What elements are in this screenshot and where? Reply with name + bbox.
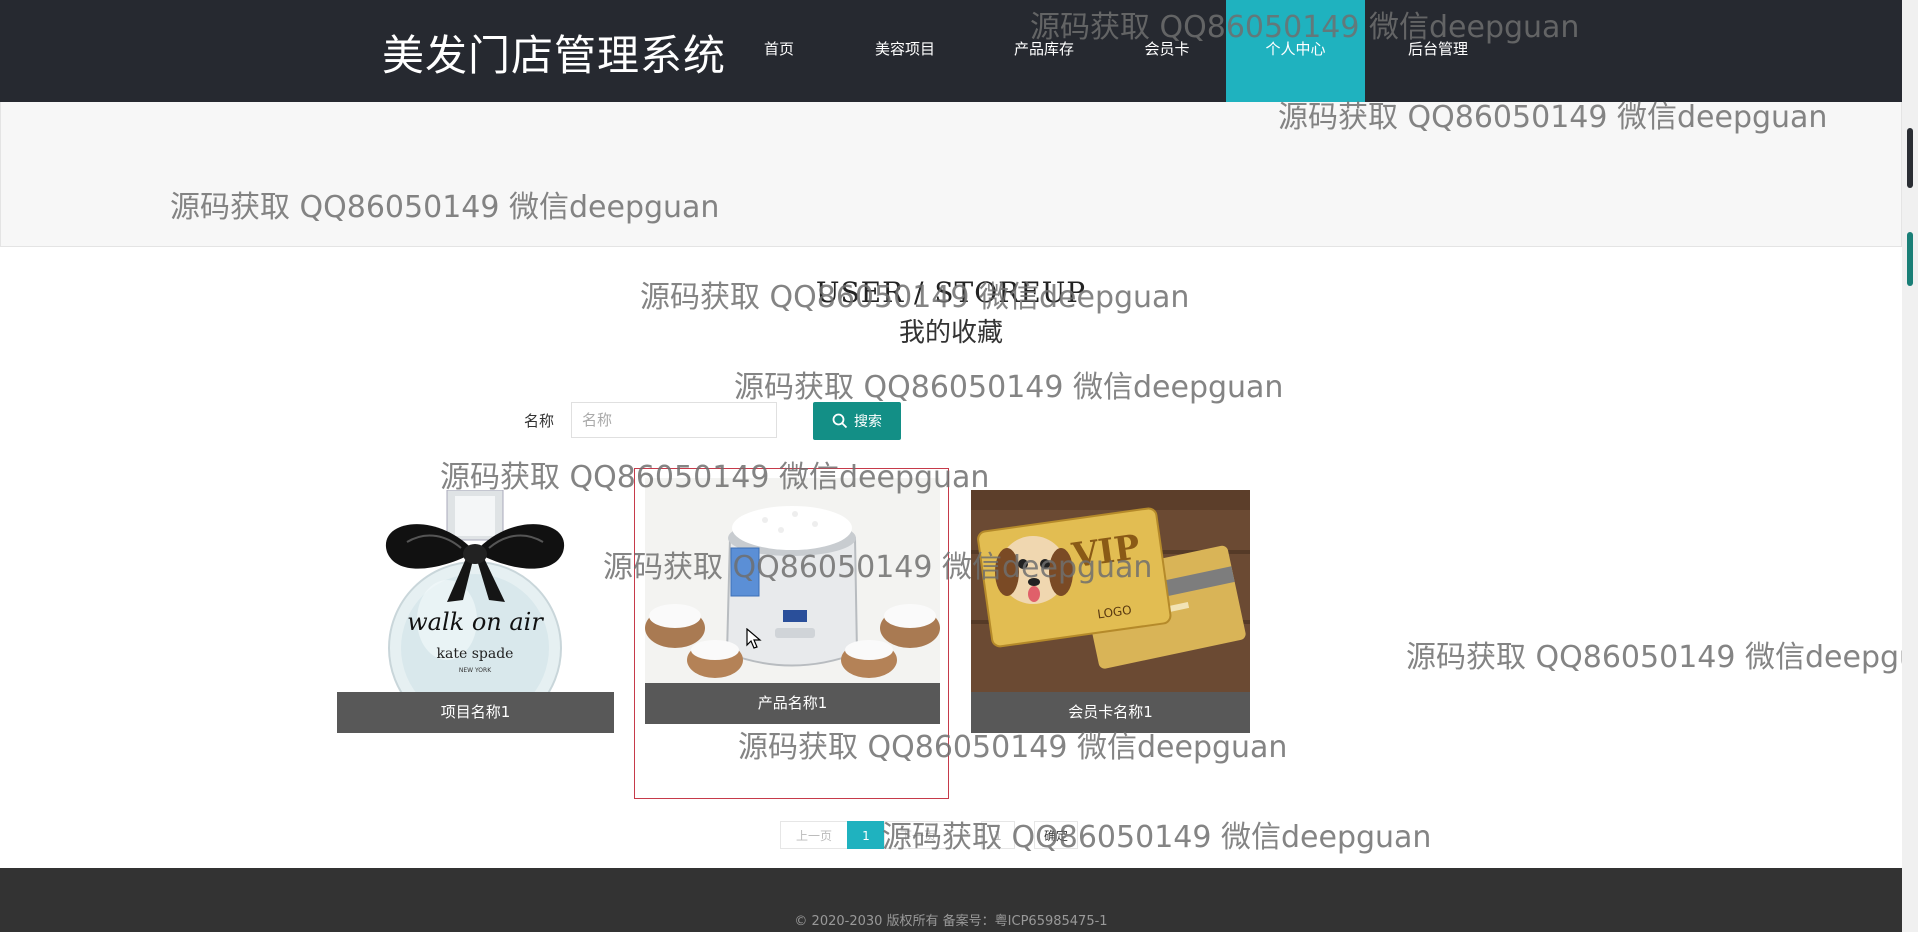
nav-home[interactable]: 首页: [728, 0, 830, 102]
page-title-en: USER / STOREUP: [815, 276, 1087, 309]
scrollbar-thumb[interactable]: [1907, 128, 1913, 188]
nav-personal-center[interactable]: 个人中心: [1226, 0, 1365, 102]
perfume-city: NEW YORK: [459, 667, 492, 674]
card-image-vip: VIP LOGO: [971, 490, 1250, 692]
pagination: 上一页 1 下一页 1 确定: [780, 821, 1078, 849]
card-caption[interactable]: 产品名称1: [645, 683, 940, 724]
card-caption[interactable]: 会员卡名称1: [971, 692, 1250, 733]
watermark: 源码获取 QQ86050149 微信deepguan: [1406, 640, 1902, 675]
main-nav: 首页 美容项目 产品库存 会员卡 个人中心 后台管理: [728, 0, 1511, 102]
banner-area: [0, 102, 1902, 247]
search-input[interactable]: [571, 402, 777, 438]
top-header: 美发门店管理系统 首页 美容项目 产品库存 会员卡 个人中心 后台管理: [0, 0, 1902, 102]
page-number-button[interactable]: 1: [847, 821, 885, 849]
card-image-rice-cooker: [645, 478, 940, 683]
scrollbar[interactable]: [1902, 0, 1918, 932]
favorite-card[interactable]: walk on air kate spade NEW YORK 项目名称1: [337, 490, 614, 733]
perfume-text: walk on air: [407, 608, 544, 636]
nav-beauty-projects[interactable]: 美容项目: [830, 0, 980, 102]
mouse-cursor-icon: [746, 628, 762, 649]
nav-product-inventory[interactable]: 产品库存: [980, 0, 1108, 102]
favorite-card[interactable]: VIP LOGO 会员卡名称1: [971, 490, 1250, 733]
page-go-button[interactable]: 确定: [1034, 821, 1078, 849]
card-image-perfume: walk on air kate spade NEW YORK: [337, 490, 614, 733]
footer: © 2020-2030 版权所有 备案号：粤ICP65985475-1: [0, 868, 1902, 932]
scrollbar-thumb-secondary[interactable]: [1907, 232, 1913, 286]
search-icon: [832, 413, 848, 429]
page-jump-input[interactable]: 1: [981, 821, 1015, 849]
search-button[interactable]: 搜索: [813, 402, 901, 440]
site-logo[interactable]: 美发门店管理系统: [382, 22, 726, 83]
nav-member-card[interactable]: 会员卡: [1108, 0, 1226, 102]
prev-page-button[interactable]: 上一页: [780, 821, 848, 849]
card-caption[interactable]: 项目名称1: [337, 692, 614, 733]
favorite-card[interactable]: 产品名称1: [645, 478, 940, 724]
nav-admin[interactable]: 后台管理: [1365, 0, 1511, 102]
next-page-button[interactable]: 下一页: [884, 821, 952, 849]
watermark: 源码获取 QQ86050149 微信deepguan: [734, 370, 1284, 405]
footer-copyright: © 2020-2030 版权所有 备案号：粤ICP65985475-1: [794, 914, 1108, 929]
perfume-brand: kate spade: [437, 646, 514, 662]
search-button-label: 搜索: [854, 414, 882, 430]
page-title: 我的收藏: [898, 318, 1003, 348]
search-label: 名称: [524, 412, 555, 430]
